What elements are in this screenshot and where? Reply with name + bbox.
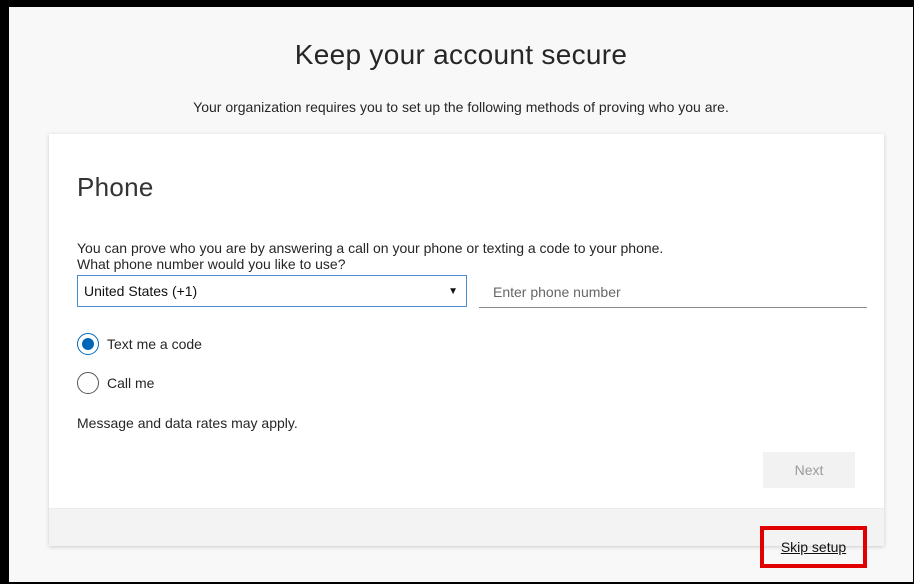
skip-setup-link[interactable]: Skip setup — [781, 539, 846, 555]
description-line-2: What phone number would you like to use? — [77, 256, 346, 272]
skip-setup-highlight: Skip setup — [760, 526, 867, 568]
page-title: Keep your account secure — [294, 39, 628, 70]
next-button[interactable]: Next — [763, 452, 855, 488]
radio-button-unchecked[interactable] — [77, 372, 99, 394]
radio-option-call-me[interactable]: Call me — [77, 372, 154, 394]
country-select-value: United States (+1) — [84, 283, 198, 299]
radio-selected-dot — [82, 338, 94, 350]
country-code-select[interactable]: United States (+1) ▼ — [77, 275, 467, 307]
section-title: Phone — [77, 172, 154, 202]
dropdown-arrow-icon: ▼ — [448, 285, 458, 297]
radio-label-call-me: Call me — [107, 375, 155, 391]
radio-button-checked[interactable] — [77, 333, 99, 355]
setup-frame: Keep your account secure Your organizati… — [9, 7, 913, 582]
page-subtitle: Your organization requires you to set up… — [193, 99, 729, 115]
radio-option-text-me-a-code[interactable]: Text me a code — [77, 333, 202, 355]
phone-number-input[interactable] — [479, 276, 867, 308]
phone-description: You can prove who you are by answering a… — [77, 240, 663, 272]
card-footer — [49, 508, 884, 546]
rates-note: Message and data rates may apply. — [77, 415, 298, 431]
radio-label-text-me-a-code: Text me a code — [107, 336, 202, 352]
description-line-1: You can prove who you are by answering a… — [77, 240, 664, 256]
phone-method-card: Phone You can prove who you are by answe… — [49, 134, 884, 546]
